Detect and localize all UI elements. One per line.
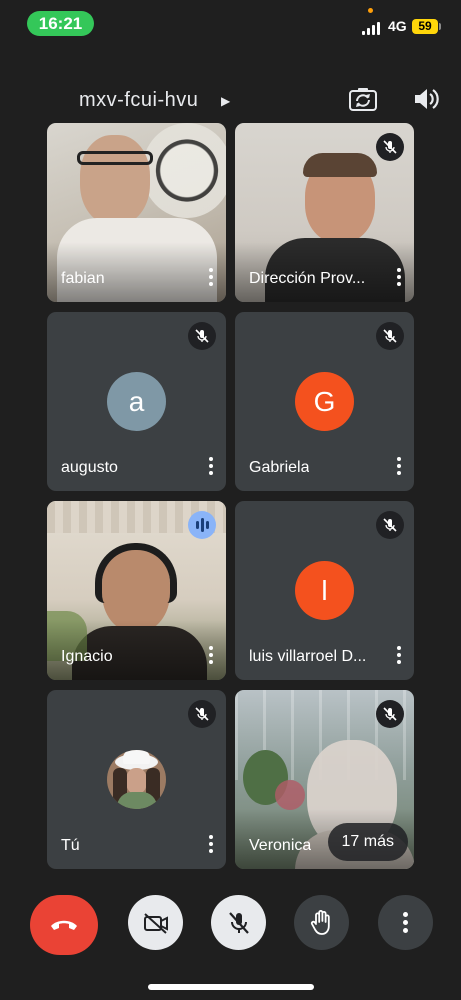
call-controls [0,895,461,961]
hand-icon [310,909,330,935]
participant-name: luis villarroel D... [249,648,367,665]
mic-off-icon [376,133,404,161]
mic-off-icon [376,322,404,350]
microphone-toggle-button[interactable] [211,895,266,950]
participant-name: Veronica [249,837,312,854]
battery-level: 59 [412,19,438,34]
avatar: l [295,561,354,620]
more-options-icon[interactable] [392,265,406,291]
avatar: a [107,372,166,431]
participant-tile[interactable]: Veronica 17 más [235,690,414,869]
more-options-icon[interactable] [204,454,218,480]
avatar [107,750,166,809]
participant-name: augusto [61,459,118,476]
participant-tile[interactable]: fabian [47,123,226,302]
participant-name: Dirección Prov... [249,270,366,287]
meeting-header: mxv-fcui-hvu ▶ [0,80,461,120]
flip-camera-icon[interactable] [348,86,378,112]
mic-off-icon [228,911,249,934]
status-bar: 16:21 4G 59 [0,0,461,50]
mic-off-icon [188,322,216,350]
participant-tile[interactable]: Tú [47,690,226,869]
participant-name: Ignacio [61,648,113,665]
participant-name: Tú [61,837,80,854]
end-call-button[interactable] [30,895,98,955]
participant-tile[interactable]: a augusto [47,312,226,491]
home-indicator[interactable] [148,984,314,990]
participant-name: fabian [61,270,105,287]
meeting-code[interactable]: mxv-fcui-hvu [79,89,198,112]
status-time: 16:21 [27,11,94,36]
more-options-icon[interactable] [392,643,406,669]
phone-hangup-icon [51,920,77,930]
mic-off-icon [376,511,404,539]
participant-tile[interactable]: Dirección Prov... [235,123,414,302]
speaking-indicator-icon [188,511,216,539]
more-options-icon[interactable] [392,454,406,480]
more-options-icon[interactable] [204,832,218,858]
chevron-right-icon[interactable]: ▶ [221,94,230,108]
participant-tile[interactable]: l luis villarroel D... [235,501,414,680]
participant-tile[interactable]: Ignacio [47,501,226,680]
mic-off-icon [376,700,404,728]
speaker-icon[interactable] [412,86,440,112]
raise-hand-button[interactable] [294,895,349,950]
cellular-signal-icon [362,21,382,35]
camera-toggle-button[interactable] [128,895,183,950]
mic-off-icon [188,700,216,728]
battery-icon [439,23,441,30]
more-participants-button[interactable]: 17 más [327,823,408,861]
participant-tile[interactable]: G Gabriela [235,312,414,491]
more-options-icon[interactable] [204,265,218,291]
participant-name: Gabriela [249,459,310,476]
more-options-button[interactable] [378,895,433,950]
more-vert-icon [403,909,408,936]
camera-off-icon [143,912,168,934]
privacy-indicator-dot [368,8,373,13]
avatar: G [295,372,354,431]
network-type: 4G [388,18,407,34]
more-options-icon[interactable] [204,643,218,669]
